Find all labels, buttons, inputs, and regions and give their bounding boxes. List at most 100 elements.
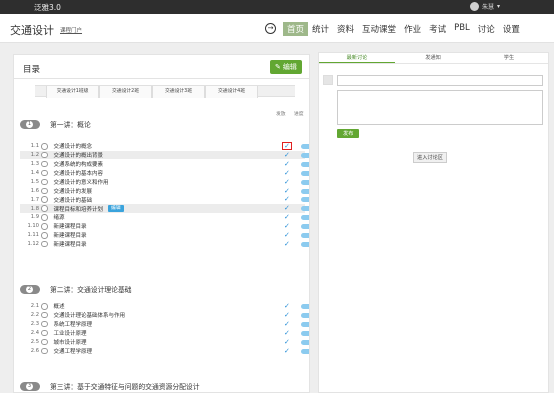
lesson-row[interactable]: 1.9 绪源 ✓ xyxy=(20,213,309,222)
chapter-row[interactable]: 2 第二讲：交通设计理论基础 xyxy=(20,284,305,294)
lesson-row[interactable]: 2.5 城市设计原理 ✓ xyxy=(20,338,309,347)
lesson-title[interactable]: 新建课程目录 xyxy=(54,231,87,239)
nav-item[interactable]: 设置 xyxy=(499,22,524,36)
lesson-row[interactable]: 1.10 新建课程目录 ✓ xyxy=(20,222,309,231)
chapter-toggle[interactable]: 2 xyxy=(20,284,40,294)
class-tab[interactable]: 交通设计4班 xyxy=(205,86,258,98)
lesson-row[interactable]: 2.1 概述 ✓ xyxy=(20,302,309,311)
lesson-title[interactable]: 交通系统的构成要素 xyxy=(54,160,104,168)
publish-check-icon[interactable]: ✓ xyxy=(284,204,290,213)
discussion-tab[interactable]: 发通知 xyxy=(395,53,471,63)
publish-check-icon[interactable]: ✓ xyxy=(284,178,290,187)
lesson-title[interactable]: 交通工程学原理 xyxy=(54,347,93,355)
discussion-tab[interactable]: 最新讨论 xyxy=(319,53,395,63)
nav-item[interactable]: 互动课堂 xyxy=(358,22,400,36)
enter-discussion-button[interactable]: 进入讨论区 xyxy=(413,152,447,163)
publish-check-icon[interactable]: ✓ xyxy=(284,311,290,320)
lesson-row[interactable]: 1.1 交通设计的概念 ✓ xyxy=(20,142,309,151)
lesson-row[interactable]: 1.2 交通设计的概出背景 ✓ xyxy=(20,150,309,160)
progress-pill xyxy=(301,215,309,221)
discussion-title-input[interactable] xyxy=(337,75,543,86)
chapter-row[interactable]: 1 第一讲：概论 xyxy=(20,119,305,129)
publish-check-icon[interactable]: ✓ xyxy=(284,195,290,204)
publish-check-icon[interactable]: ✓ xyxy=(284,329,290,338)
publish-check-icon[interactable]: ✓ xyxy=(284,187,290,196)
user-menu[interactable]: 朱慧 ▾ xyxy=(470,2,500,11)
lesson-row[interactable]: 1.12 新建课程目录 ✓ xyxy=(20,240,309,249)
nav-item[interactable]: 作业 xyxy=(400,22,425,36)
chevron-down-icon[interactable]: ▾ xyxy=(497,3,500,10)
lesson-row[interactable]: 1.11 新建课程目录 ✓ xyxy=(20,231,309,240)
user-name[interactable]: 朱慧 xyxy=(482,2,494,11)
lesson-row[interactable]: 1.7 交通设计的基础 ✓ xyxy=(20,195,309,204)
lesson-title[interactable]: 交通设计的发展 xyxy=(54,187,93,195)
lesson-row[interactable]: 1.5 交通设计的意义和作用 ✓ xyxy=(20,178,309,187)
publish-check-icon[interactable]: ✓ xyxy=(284,231,290,240)
post-button[interactable]: 发布 xyxy=(337,129,360,138)
lesson-title[interactable]: 课程目标和培养计划 xyxy=(54,205,104,213)
publish-check-icon[interactable]: ✓ xyxy=(284,213,290,222)
brand-logo[interactable]: 泛雅3.0 xyxy=(34,2,61,13)
nav-item[interactable]: 首页 xyxy=(283,22,309,36)
lesson-title[interactable]: 交通设计理论基础体系与作用 xyxy=(54,311,126,319)
lesson-number: 1.9 xyxy=(30,214,39,221)
status-circle-icon xyxy=(41,232,48,239)
lesson-row[interactable]: 2.3 系统工程学原理 ✓ xyxy=(20,320,309,329)
course-portal-link[interactable]: 课程门户 xyxy=(60,26,82,34)
lesson-row[interactable]: 1.3 交通系统的构成要素 ✓ xyxy=(20,160,309,169)
discussion-tab[interactable]: 学生 xyxy=(471,53,547,63)
status-circle-icon xyxy=(41,187,48,195)
lesson-row[interactable]: 1.4 交通设计的基本内容 ✓ xyxy=(20,169,309,178)
publish-check-icon[interactable]: ✓ xyxy=(284,302,290,311)
chapter-row[interactable]: 3 第三讲：基于交通特征与问题的交通资源分配设计 xyxy=(20,381,305,391)
class-tab[interactable]: 交通设计1班级 xyxy=(46,86,99,98)
lesson-row[interactable]: 1.8 课程目标和培养计划 编辑 ✓ xyxy=(20,204,309,213)
lesson-title[interactable]: 城市设计原理 xyxy=(54,338,87,346)
publish-check-icon[interactable]: ✓ xyxy=(284,160,290,169)
lesson-row[interactable]: 2.4 工业设计原理 ✓ xyxy=(20,329,309,338)
main-nav: 首页 统计 资料 互动课堂 作业 考试 PBL 讨论 设置 xyxy=(283,22,524,36)
publish-check-icon[interactable]: ✓ xyxy=(284,320,290,329)
lesson-row[interactable]: 2.6 交通工程学原理 ✓ xyxy=(20,347,309,356)
publish-check-icon[interactable]: ✓ xyxy=(284,240,290,249)
publish-check-icon[interactable]: ✓ xyxy=(282,142,292,150)
lesson-number: 1.11 xyxy=(27,232,39,239)
lesson-title[interactable]: 绪源 xyxy=(54,213,65,221)
chapter-toggle[interactable]: 1 xyxy=(20,119,40,129)
lesson-title[interactable]: 新建课程目录 xyxy=(54,240,87,248)
publish-check-icon[interactable]: ✓ xyxy=(284,338,290,347)
lesson-title[interactable]: 交通设计的基础 xyxy=(54,196,93,204)
lesson-title[interactable]: 新建课程目录 xyxy=(54,222,87,230)
publish-check-icon[interactable]: ✓ xyxy=(284,151,290,160)
publish-check-icon[interactable]: ✓ xyxy=(284,169,290,178)
nav-item[interactable]: PBL xyxy=(450,22,474,36)
nav-item[interactable]: 考试 xyxy=(425,22,450,36)
status-circle-icon xyxy=(41,178,48,186)
lesson-number: 1.6 xyxy=(30,187,39,194)
status-circle-icon xyxy=(41,143,48,150)
publish-check-icon[interactable]: ✓ xyxy=(284,347,290,356)
nav-item[interactable]: 讨论 xyxy=(474,22,499,36)
lesson-title[interactable]: 交通设计的意义和作用 xyxy=(54,178,109,186)
lesson-title[interactable]: 系统工程学原理 xyxy=(54,320,93,328)
lesson-title[interactable]: 概述 xyxy=(54,302,65,310)
lesson-row[interactable]: 1.6 交通设计的发展 ✓ xyxy=(20,187,309,196)
lesson-title[interactable]: 工业设计原理 xyxy=(54,329,87,337)
edit-button[interactable]: ✎ 编辑 xyxy=(270,60,302,74)
edit-badge[interactable]: 编辑 xyxy=(108,205,124,213)
publish-check-icon[interactable]: ✓ xyxy=(284,222,290,231)
avatar[interactable] xyxy=(470,2,479,11)
discussion-content-input[interactable] xyxy=(337,90,543,125)
status-circle-icon xyxy=(41,169,48,177)
class-tab[interactable]: 交通设计2班 xyxy=(99,86,152,98)
lesson-row[interactable]: 2.2 交通设计理论基础体系与作用 ✓ xyxy=(20,311,309,320)
nav-item[interactable]: 统计 xyxy=(308,22,333,36)
chapter-toggle[interactable]: 3 xyxy=(20,381,40,391)
lesson-title[interactable]: 交通设计的概出背景 xyxy=(54,151,104,159)
class-tab[interactable]: 交通设计3班 xyxy=(152,86,205,98)
lesson-title[interactable]: 交通设计的概念 xyxy=(54,142,93,150)
back-arrow-icon[interactable]: → xyxy=(265,23,276,34)
progress-pill xyxy=(301,161,309,167)
lesson-title[interactable]: 交通设计的基本内容 xyxy=(54,169,104,177)
nav-item[interactable]: 资料 xyxy=(333,22,358,36)
